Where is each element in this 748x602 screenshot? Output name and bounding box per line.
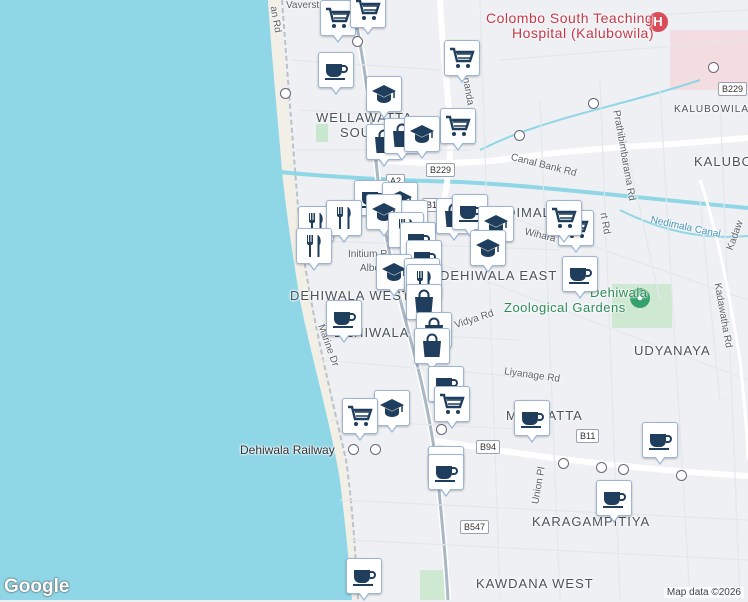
shopping-cart-icon[interactable] [546, 200, 582, 236]
zoo-label[interactable]: Zoological Gardens [504, 300, 626, 315]
road-shield: B94 [476, 440, 501, 454]
marker-tail [453, 142, 463, 149]
area-label: KAWDANA WEST [476, 576, 594, 591]
map-marker[interactable] [562, 256, 598, 300]
bus-stop-icon[interactable] [708, 62, 719, 73]
restaurant-icon[interactable] [296, 228, 332, 264]
map-marker[interactable] [350, 0, 386, 36]
bus-stop-icon[interactable] [676, 470, 687, 481]
coffee-cup-icon[interactable] [326, 300, 362, 336]
road-shield: B547 [460, 520, 490, 534]
shopping-cart-icon[interactable] [342, 398, 378, 434]
bus-stop-icon[interactable] [370, 444, 381, 455]
coffee-cup-icon[interactable] [514, 400, 550, 436]
marker-tail [655, 456, 665, 463]
map-marker[interactable] [428, 454, 464, 498]
bus-stop-icon[interactable] [618, 464, 629, 475]
coffee-cup-icon[interactable] [346, 558, 382, 594]
area-label: KALUBOWILA [674, 104, 748, 115]
coffee-cup-icon[interactable] [318, 52, 354, 88]
zoo-label[interactable]: Dehiwala [590, 285, 647, 300]
marker-tail [609, 514, 619, 521]
area-label: KALUBO [694, 154, 748, 169]
marker-tail [355, 432, 365, 439]
map-marker[interactable] [440, 108, 476, 152]
map-marker[interactable] [404, 116, 440, 160]
bus-stop-icon[interactable] [558, 458, 569, 469]
school-cap-icon[interactable] [366, 76, 402, 112]
railway-station-label[interactable]: Dehiwala Railway [240, 443, 335, 457]
marker-tail [389, 288, 399, 295]
bus-stop-icon[interactable] [280, 88, 291, 99]
map-marker[interactable] [470, 230, 506, 274]
marker-tail [457, 74, 467, 81]
google-logo: Google [4, 576, 70, 597]
school-cap-icon[interactable] [470, 230, 506, 266]
map-marker[interactable] [514, 400, 550, 444]
bus-stop-icon[interactable] [588, 98, 599, 109]
coffee-cup-icon[interactable] [428, 454, 464, 490]
map-marker[interactable] [296, 228, 332, 272]
marker-tail [417, 150, 427, 157]
marker-tail [309, 262, 319, 269]
map-attribution[interactable]: Map data ©2026 [663, 587, 744, 598]
bus-stop-icon[interactable] [348, 444, 359, 455]
school-cap-icon[interactable] [404, 116, 440, 152]
map-marker[interactable] [342, 398, 378, 442]
canal [479, 79, 701, 151]
coffee-cup-icon[interactable] [562, 256, 598, 292]
coffee-cup-icon[interactable] [642, 422, 678, 458]
area-label: KARAGAMPITIYA [532, 514, 651, 529]
school-cap-icon[interactable] [374, 390, 410, 426]
marker-tail [363, 26, 373, 33]
bus-stop-icon[interactable] [596, 462, 607, 473]
shopping-cart-icon[interactable] [350, 0, 386, 28]
road-shield: B229 [426, 163, 456, 177]
marker-tail [379, 110, 389, 117]
marker-tail [339, 334, 349, 341]
hospital-label[interactable]: Hospital (Kalubowila) [512, 25, 654, 41]
marker-tail [571, 244, 581, 251]
hospital-label[interactable]: Colombo South Teaching [486, 10, 653, 26]
marker-tail [575, 290, 585, 297]
map-marker[interactable] [374, 390, 410, 434]
marker-tail [559, 234, 569, 241]
shopping-cart-icon[interactable] [440, 108, 476, 144]
shopping-cart-icon[interactable] [444, 40, 480, 76]
shopping-cart-icon[interactable] [434, 386, 470, 422]
marker-tail [331, 86, 341, 93]
map-marker[interactable] [642, 422, 678, 466]
park [316, 124, 328, 142]
map-marker[interactable] [346, 558, 382, 602]
map-marker[interactable] [596, 480, 632, 524]
marker-tail [359, 592, 369, 599]
marker-tail [527, 434, 537, 441]
map-marker[interactable] [318, 52, 354, 96]
map-marker[interactable] [326, 300, 362, 344]
map-marker[interactable] [434, 386, 470, 430]
bus-stop-icon[interactable] [514, 130, 525, 141]
road-shield: B229 [718, 82, 748, 96]
map-marker[interactable] [366, 76, 402, 120]
marker-tail [447, 420, 457, 427]
map-marker[interactable] [546, 200, 582, 244]
marker-tail [339, 234, 349, 241]
map-marker[interactable] [444, 40, 480, 84]
street-label: Vaverst [286, 0, 320, 11]
coffee-cup-icon[interactable] [596, 480, 632, 516]
road-shield: B11 [576, 429, 600, 443]
area-label: UDYANAYA [634, 343, 711, 358]
marker-tail [333, 34, 343, 41]
marker-tail [387, 424, 397, 431]
marker-tail [441, 488, 451, 495]
hospital-area [670, 30, 748, 90]
marker-tail [483, 264, 493, 271]
shopping-bag-icon[interactable] [414, 328, 450, 364]
